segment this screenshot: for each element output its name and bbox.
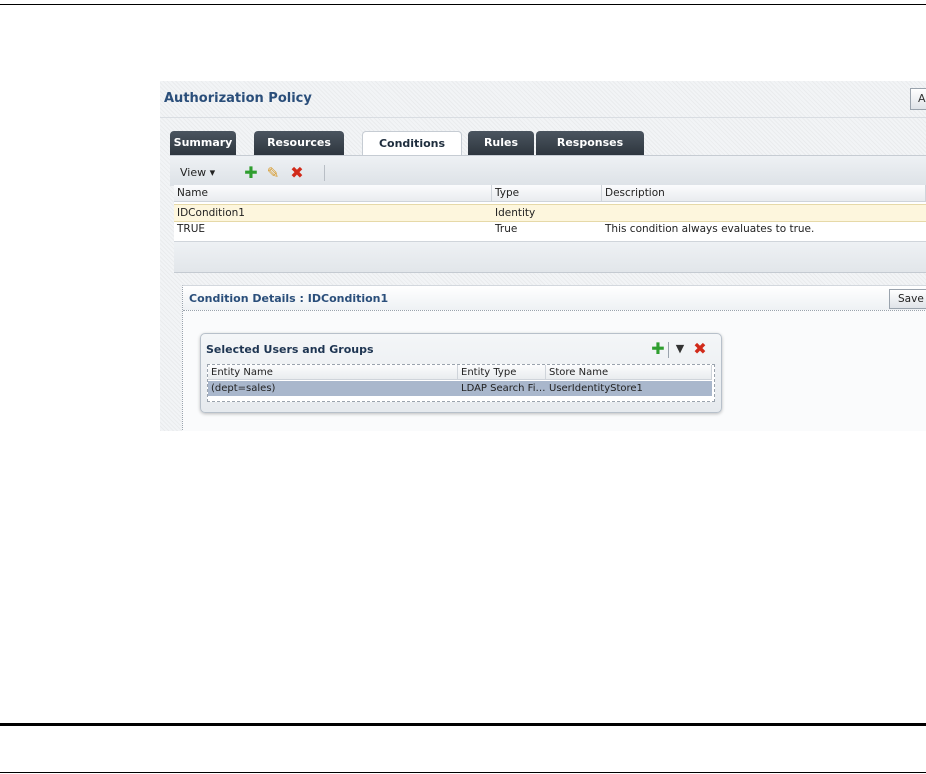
save-button[interactable]: Save: [889, 289, 926, 309]
edit-icon[interactable]: ✎: [264, 163, 282, 183]
tab-strip: Summary Resources Conditions Rules Respo…: [170, 131, 926, 157]
top-rule: [0, 4, 926, 5]
cell-type: Identity: [495, 207, 536, 219]
cell-store-name: UserIdentityStore1: [549, 383, 643, 394]
selected-users-groups-box: Selected Users and Groups ✚ ▼ ✖ Entity N…: [200, 333, 722, 413]
cell-entity-name: (dept=sales): [211, 383, 276, 394]
bottom-rule: [0, 723, 926, 726]
column-header-entity-type[interactable]: Entity Type: [458, 365, 546, 380]
view-menu-label: View: [180, 166, 207, 179]
cell-entity-type: LDAP Search Fi…: [461, 383, 545, 394]
title-bar: Authorization Policy A: [160, 81, 926, 118]
apply-button[interactable]: A: [910, 88, 926, 110]
condition-details-header: Condition Details : IDCondition1 Save: [183, 286, 926, 311]
selected-users-groups-title: Selected Users and Groups: [206, 343, 374, 356]
toolbar-divider: [668, 342, 669, 358]
chevron-down-icon[interactable]: ▼: [671, 339, 689, 359]
toolbar: View ▾ ✚ ✎ ✖: [174, 163, 926, 183]
tab-resources[interactable]: Resources: [254, 131, 344, 155]
table-row[interactable]: IDCondition1 Identity: [174, 204, 926, 222]
column-header-description[interactable]: Description: [602, 185, 926, 202]
column-header-store-name[interactable]: Store Name: [546, 365, 712, 380]
tab-responses[interactable]: Responses: [536, 131, 644, 155]
screenshot-frame: Authorization Policy A Summary Resources…: [160, 81, 926, 431]
cell-type: True: [495, 223, 518, 235]
delete-icon[interactable]: ✖: [691, 339, 709, 359]
condition-details-title: Condition Details : IDCondition1: [189, 292, 389, 305]
column-header-entity-name[interactable]: Entity Name: [208, 365, 458, 380]
table-footer: [174, 241, 926, 273]
column-header-name[interactable]: Name: [174, 185, 492, 202]
add-icon[interactable]: ✚: [242, 163, 260, 183]
cell-description: [602, 205, 925, 221]
tab-summary[interactable]: Summary: [170, 131, 236, 155]
cell-name: TRUE: [177, 223, 206, 235]
add-icon[interactable]: ✚: [649, 339, 667, 359]
cell-name: IDCondition1: [177, 207, 245, 219]
cell-description: This condition always evaluates to true.: [605, 223, 815, 235]
chevron-down-icon: ▾: [209, 166, 216, 179]
toolbar-divider: [324, 165, 325, 181]
users-groups-table: Entity Name Entity Type Store Name (dept…: [207, 364, 715, 402]
table-row[interactable]: TRUE True This condition always evaluate…: [174, 221, 926, 237]
column-header-type[interactable]: Type: [492, 185, 602, 202]
delete-icon[interactable]: ✖: [288, 163, 306, 183]
tab-conditions[interactable]: Conditions: [362, 131, 462, 157]
page-title: Authorization Policy: [164, 91, 312, 106]
tab-rules[interactable]: Rules: [468, 131, 534, 155]
table-row[interactable]: (dept=sales) LDAP Search Fi… UserIdentit…: [208, 381, 712, 396]
view-menu[interactable]: View ▾: [174, 163, 221, 183]
footer-rule: [0, 772, 926, 773]
